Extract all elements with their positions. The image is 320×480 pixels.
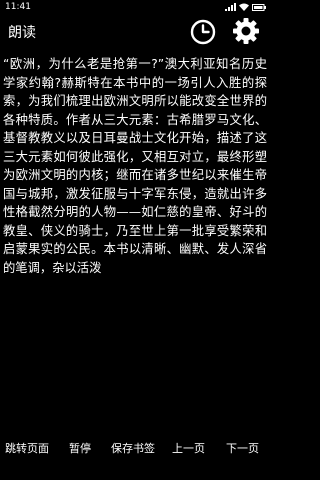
pause-button[interactable]: 暂停 — [69, 438, 91, 460]
gear-icon[interactable] — [232, 17, 260, 45]
next-page-button[interactable]: 下一页 — [226, 438, 259, 460]
status-icons — [225, 3, 266, 11]
clock-icon[interactable] — [189, 18, 217, 46]
bottom-toolbar: 跳转页面 暂停 保存书签 上一页 下一页 — [0, 438, 270, 460]
status-time: 11:41 — [5, 2, 31, 12]
status-bar: 11:41 — [0, 0, 270, 14]
save-bookmark-button[interactable]: 保存书签 — [111, 438, 155, 460]
wifi-icon — [239, 3, 249, 11]
prev-page-button[interactable]: 上一页 — [172, 438, 205, 460]
battery-icon — [252, 3, 266, 11]
app-title: 朗读 — [8, 25, 36, 41]
book-text: “欧洲，为什么老是抢第一?”澳大利亚知名历史学家约翰?赫斯特在本书中的一场引人入… — [3, 57, 267, 275]
app-bar: 朗读 — [0, 14, 270, 52]
signal-icon — [225, 3, 236, 11]
jump-page-button[interactable]: 跳转页面 — [5, 438, 49, 460]
